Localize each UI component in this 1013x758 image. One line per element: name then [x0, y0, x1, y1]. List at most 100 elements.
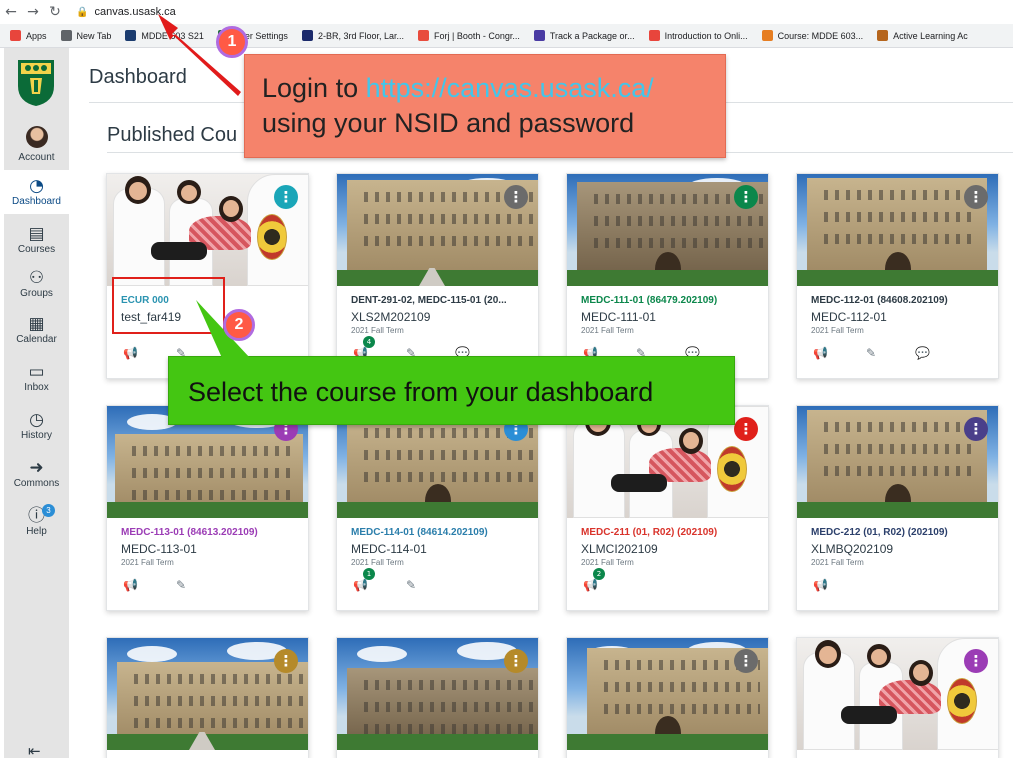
card-options-icon[interactable]: ⋮ [504, 649, 528, 673]
bookmark-item[interactable]: Course: MDDE 603... [761, 30, 863, 41]
nav-courses[interactable]: ▤ Courses [4, 220, 69, 264]
page-title: Dashboard [89, 66, 187, 88]
help-icon: ⓘ [28, 506, 45, 526]
login-callout-line1: Login to https://canvas.usask.ca/ [262, 71, 725, 105]
help-badge: 3 [42, 504, 55, 517]
groups-icon: ⚇ [28, 268, 45, 288]
course-card-term: 2021 Fall Term [811, 326, 864, 335]
course-card[interactable]: ⋮ MEDC-114-01 (84614.202109) MEDC-114-01 20… [336, 405, 539, 611]
select-course-callout: Select the course from your dashboard [168, 356, 735, 425]
card-options-icon[interactable]: ⋮ [504, 185, 528, 209]
bookmark-item[interactable]: MDDE 603 S21 [125, 30, 204, 41]
apps-grid-icon [10, 30, 21, 41]
course-card-title[interactable]: MEDC-211 (01, R02) (202109) [581, 527, 761, 538]
course-card-title[interactable]: MEDC-112-01 (84608.202109) [811, 295, 991, 306]
nav-inbox[interactable]: ▭ Inbox [4, 360, 69, 404]
course-card[interactable]: ⋮ [796, 637, 999, 758]
card-options-icon[interactable]: ⋮ [964, 417, 988, 441]
course-card-term: 2021 Fall Term [581, 558, 634, 567]
course-card[interactable]: ⋮ [106, 637, 309, 758]
nav-calendar-label: Calendar [16, 334, 57, 345]
nav-courses-label: Courses [17, 244, 56, 255]
reload-icon[interactable]: ↻ [44, 4, 66, 20]
global-nav: Account ◔ Dashboard ▤ Courses ⚇ Groups ▦… [4, 48, 69, 758]
inbox-icon: ▭ [28, 362, 45, 382]
nav-history-label: History [20, 430, 53, 441]
announcements-icon[interactable]: 📢 [813, 578, 828, 592]
nav-account[interactable]: Account [4, 120, 69, 168]
course-card[interactable]: ⋮ DENT-291-02, MEDC-115-01 (20... XLS2M202… [336, 173, 539, 379]
course-card[interactable]: ⋮ MEDC-212 (01, R02) (202109) XLMBQ202109 2… [796, 405, 999, 611]
login-prefix: Login to [262, 73, 366, 103]
course-card[interactable]: ⋮ MEDC-111-01 (86479.202109) MEDC-111-01 20… [566, 173, 769, 379]
discussions-icon[interactable]: 💬 [915, 346, 930, 360]
course-card-title[interactable]: MEDC-114-01 (84614.202109) [351, 527, 531, 538]
announcements-icon[interactable]: 📢 [813, 346, 828, 360]
bookmark-item[interactable]: Track a Package or... [533, 30, 635, 41]
announcements-icon[interactable]: 📢 [123, 578, 138, 592]
nav-dashboard[interactable]: ◔ Dashboard [4, 170, 69, 214]
bookmark-item[interactable]: Active Learning Ac [877, 30, 968, 41]
browser-address-bar: ← → ↻ 🔒 canvas.usask.ca [0, 0, 1013, 24]
course-card[interactable]: ⋮ MEDC-112-01 (84608.202109) MEDC-112-01 20… [796, 173, 999, 379]
course-card-actions: 📢 [813, 578, 864, 592]
collapse-nav-icon[interactable]: ⇤ [28, 742, 41, 758]
course-card-code: MEDC-113-01 [121, 542, 197, 556]
step-2-marker: 2 [223, 309, 255, 341]
course-card-code: XLS2M202109 [351, 310, 431, 324]
bookmark-favicon-icon [761, 30, 773, 41]
bookmark-item[interactable]: Introduction to Onli... [648, 30, 748, 41]
course-card-title[interactable]: DENT-291-02, MEDC-115-01 (20... [351, 295, 531, 306]
announcements-icon[interactable]: 📢 1 [353, 568, 375, 592]
login-link[interactable]: https://canvas.usask.ca/ [366, 73, 654, 103]
course-card[interactable]: ⋮ [336, 637, 539, 758]
assignments-icon[interactable]: ✎ [404, 578, 418, 592]
nav-dashboard-label: Dashboard [12, 196, 61, 207]
bookmark-item[interactable]: New Tab [60, 30, 111, 41]
announcements-icon[interactable]: 📢 2 [583, 568, 605, 592]
nav-groups[interactable]: ⚇ Groups [4, 264, 69, 308]
card-options-icon[interactable]: ⋮ [734, 417, 758, 441]
nav-groups-label: Groups [20, 288, 53, 299]
assignments-icon[interactable]: ✎ [864, 346, 878, 360]
course-card-code: XLMCI202109 [581, 542, 658, 556]
university-crest-icon[interactable] [16, 58, 56, 108]
nav-commons[interactable]: ➜ Commons [4, 456, 69, 500]
nav-commons-label: Commons [13, 478, 60, 489]
assignments-icon[interactable]: ✎ [174, 578, 188, 592]
course-card-actions: 📢 2 [583, 568, 634, 592]
course-card-actions: 📢 1 ✎ [353, 568, 455, 592]
card-options-icon[interactable]: ⋮ [734, 185, 758, 209]
bookmark-item[interactable]: Forj | Booth - Congr... [417, 30, 520, 41]
course-card-code: MEDC-111-01 [581, 310, 656, 324]
announcements-icon[interactable]: 📢 [123, 346, 138, 360]
card-options-icon[interactable]: ⋮ [274, 649, 298, 673]
history-icon: ◷ [29, 410, 44, 430]
lock-icon: 🔒 [76, 6, 89, 18]
nav-calendar[interactable]: ▦ Calendar [4, 312, 69, 356]
course-card[interactable]: ⋮ ECUR 000 test_far419 📢 ✎ 💬 [106, 173, 309, 379]
card-options-icon[interactable]: ⋮ [964, 185, 988, 209]
card-options-icon[interactable]: ⋮ [734, 649, 758, 673]
bookmark-item[interactable]: 2-BR, 3rd Floor, Lar... [301, 30, 404, 41]
bookmark-item[interactable]: Apps [10, 30, 47, 41]
back-arrow-icon[interactable]: ← [0, 4, 22, 20]
course-card-title[interactable]: MEDC-111-01 (86479.202109) [581, 295, 761, 306]
courses-icon: ▤ [28, 224, 45, 244]
course-card[interactable]: ⋮ MEDC-113-01 (84613.202109) MEDC-113-01 20… [106, 405, 309, 611]
course-card-term: 2021 Fall Term [121, 558, 174, 567]
course-card[interactable]: ⋮ [566, 637, 769, 758]
forward-arrow-icon[interactable]: → [22, 4, 44, 20]
course-card-title[interactable]: MEDC-212 (01, R02) (202109) [811, 527, 991, 538]
course-card[interactable]: ⋮ MEDC-211 (01, R02) (202109) XLMCI202109 2… [566, 405, 769, 611]
url-text[interactable]: canvas.usask.ca [94, 6, 175, 18]
card-options-icon[interactable]: ⋮ [964, 649, 988, 673]
nav-help-label: Help [26, 526, 47, 537]
course-card-title[interactable]: MEDC-113-01 (84613.202109) [121, 527, 301, 538]
nav-history[interactable]: ◷ History [4, 408, 69, 452]
nav-help[interactable]: ⓘ Help 3 [4, 504, 69, 548]
card-options-icon[interactable]: ⋮ [274, 185, 298, 209]
bookmarks-bar: Apps New Tab MDDE 603 S21 User Settings 2-BR… [0, 24, 1013, 48]
commons-icon: ➜ [29, 458, 44, 478]
section-title: Published Cou [107, 124, 238, 146]
